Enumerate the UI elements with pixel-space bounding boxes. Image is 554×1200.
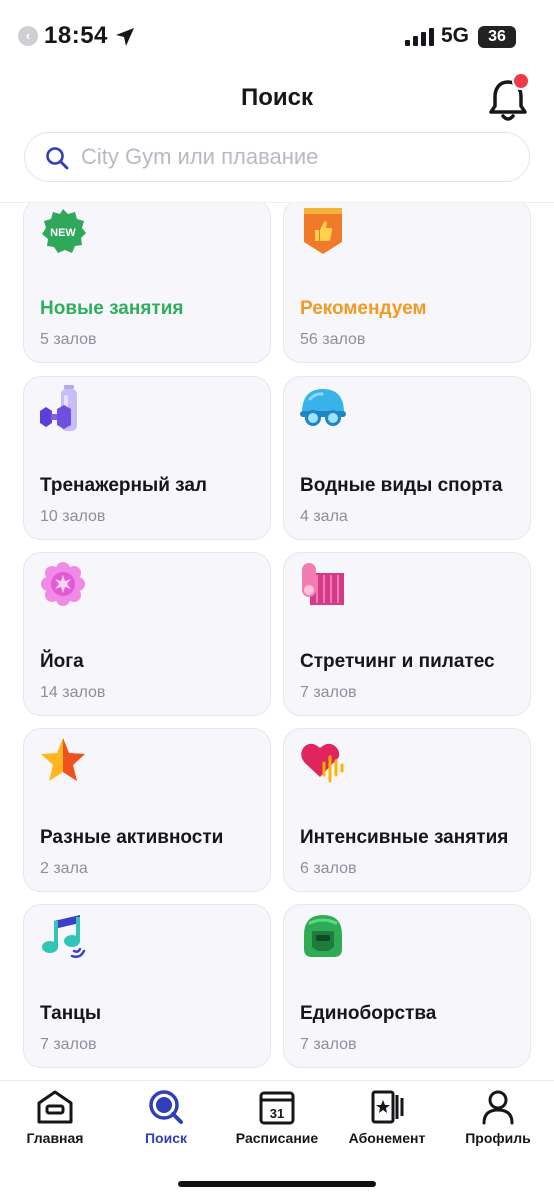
- heart-pulse-icon: [301, 743, 344, 783]
- category-grid: NEW Новые занятия 5 залов Рекомендуем 56…: [0, 203, 554, 1080]
- tab-label: Расписание: [235, 1130, 319, 1146]
- tab-profile[interactable]: Профиль: [443, 1089, 553, 1153]
- page-title: Поиск: [240, 84, 314, 111]
- category-card-yoga[interactable]: Йога 14 залов: [23, 552, 271, 716]
- category-title: Стретчинг и пилатес: [300, 651, 495, 672]
- category-title: Новые занятия: [40, 298, 184, 319]
- tab-label: Поиск: [144, 1130, 187, 1146]
- category-count: 5 залов: [40, 331, 97, 348]
- category-title: Единоборства: [300, 1003, 437, 1024]
- category-card-dance[interactable]: Танцы 7 залов: [23, 904, 271, 1068]
- tab-membership[interactable]: Абонемент: [332, 1089, 442, 1153]
- signal-icon: [405, 28, 434, 46]
- category-count: 2 зала: [40, 860, 88, 877]
- swim-cap-icon: [300, 389, 346, 426]
- search-icon: [149, 1090, 183, 1124]
- category-card-water-sports[interactable]: Водные виды спорта 4 зала: [283, 376, 531, 540]
- boxing-helmet-icon: [304, 915, 342, 957]
- svg-text:31: 31: [270, 1106, 284, 1121]
- category-count: 10 залов: [40, 508, 106, 525]
- profile-icon: [482, 1090, 514, 1125]
- category-count: 7 залов: [300, 1036, 357, 1053]
- category-title: Тренажерный зал: [40, 475, 207, 496]
- category-count: 14 залов: [40, 684, 106, 701]
- category-title: Разные активности: [40, 827, 224, 848]
- yoga-mat-icon: [302, 563, 344, 605]
- music-note-icon: [42, 915, 86, 959]
- category-card-stretching[interactable]: Стретчинг и пилатес 7 залов: [283, 552, 531, 716]
- svg-text:NEW: NEW: [50, 227, 76, 239]
- search-icon: [46, 147, 69, 170]
- category-card-new[interactable]: NEW Новые занятия 5 залов: [23, 203, 271, 363]
- membership-card-icon: [371, 1090, 404, 1124]
- tab-label: Профиль: [465, 1130, 531, 1146]
- home-indicator[interactable]: [178, 1181, 376, 1187]
- calendar-icon: 31: [259, 1091, 295, 1125]
- tab-label: Главная: [26, 1130, 84, 1146]
- search-input[interactable]: [81, 133, 501, 180]
- category-count: 4 зала: [300, 508, 348, 525]
- thumbs-up-ribbon-icon: [304, 208, 342, 254]
- back-to-app-icon[interactable]: ‹: [18, 26, 38, 46]
- home-icon: [37, 1090, 73, 1124]
- category-title: Водные виды спорта: [300, 475, 503, 496]
- category-card-gym[interactable]: Тренажерный зал 10 залов: [23, 376, 271, 540]
- category-title: Танцы: [40, 1003, 102, 1024]
- lotus-icon: [41, 562, 85, 606]
- status-time: 18:54: [44, 22, 108, 49]
- category-count: 56 залов: [300, 331, 366, 348]
- category-count: 7 залов: [40, 1036, 97, 1053]
- network-type: 5G: [441, 24, 470, 47]
- category-count: 7 залов: [300, 684, 357, 701]
- tab-schedule[interactable]: 31 Расписание: [222, 1089, 332, 1153]
- category-title: Интенсивные занятия: [300, 827, 509, 848]
- location-arrow-icon: [116, 28, 134, 46]
- category-card-martial-arts[interactable]: Единоборства 7 залов: [283, 904, 531, 1068]
- battery-icon: 36: [478, 26, 516, 48]
- category-title: Рекомендуем: [300, 298, 427, 319]
- star-icon: [41, 738, 85, 781]
- category-card-recommended[interactable]: Рекомендуем 56 залов: [283, 203, 531, 363]
- notification-badge: [512, 72, 530, 90]
- category-count: 6 залов: [300, 860, 357, 877]
- header: Поиск: [0, 64, 554, 130]
- tab-label: Абонемент: [348, 1130, 426, 1146]
- search-bar[interactable]: [24, 132, 530, 182]
- category-card-intensive[interactable]: Интенсивные занятия 6 залов: [283, 728, 531, 892]
- new-badge-icon: NEW: [42, 209, 86, 253]
- category-title: Йога: [40, 651, 84, 672]
- tab-home[interactable]: Главная: [0, 1089, 110, 1153]
- category-card-various[interactable]: Разные активности 2 зала: [23, 728, 271, 892]
- dumbbell-bottle-icon: [40, 385, 77, 431]
- tab-search[interactable]: Поиск: [111, 1089, 221, 1153]
- status-bar: ‹ 18:54 5G 36: [0, 0, 554, 64]
